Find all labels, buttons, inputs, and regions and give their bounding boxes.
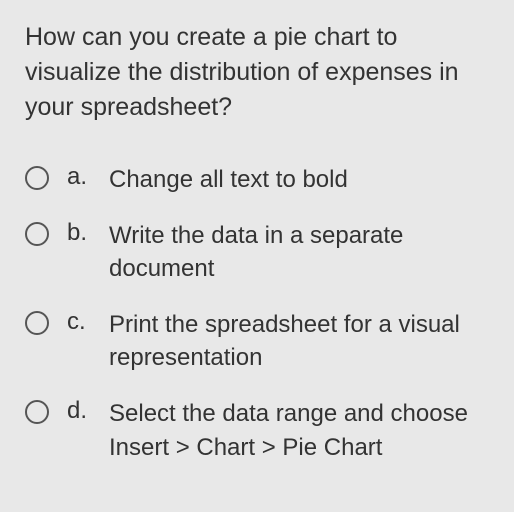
option-letter: c.	[67, 308, 93, 336]
question-text: How can you create a pie chart to visual…	[25, 20, 489, 125]
radio-icon[interactable]	[25, 311, 49, 335]
option-c[interactable]: c. Print the spreadsheet for a visual re…	[25, 308, 489, 375]
option-body: b. Write the data in a separate document	[67, 219, 489, 286]
options-list: a. Change all text to bold b. Write the …	[25, 163, 489, 464]
option-a[interactable]: a. Change all text to bold	[25, 163, 489, 197]
option-text: Print the spreadsheet for a visual repre…	[109, 308, 489, 375]
option-body: a. Change all text to bold	[67, 163, 489, 197]
option-text: Select the data range and choose Insert …	[109, 397, 489, 464]
option-body: c. Print the spreadsheet for a visual re…	[67, 308, 489, 375]
option-letter: d.	[67, 397, 93, 425]
radio-icon[interactable]	[25, 166, 49, 190]
option-text: Write the data in a separate document	[109, 219, 489, 286]
option-letter: b.	[67, 219, 93, 247]
option-letter: a.	[67, 163, 93, 191]
radio-icon[interactable]	[25, 222, 49, 246]
option-body: d. Select the data range and choose Inse…	[67, 397, 489, 464]
option-d[interactable]: d. Select the data range and choose Inse…	[25, 397, 489, 464]
option-text: Change all text to bold	[109, 163, 348, 197]
radio-icon[interactable]	[25, 400, 49, 424]
option-b[interactable]: b. Write the data in a separate document	[25, 219, 489, 286]
